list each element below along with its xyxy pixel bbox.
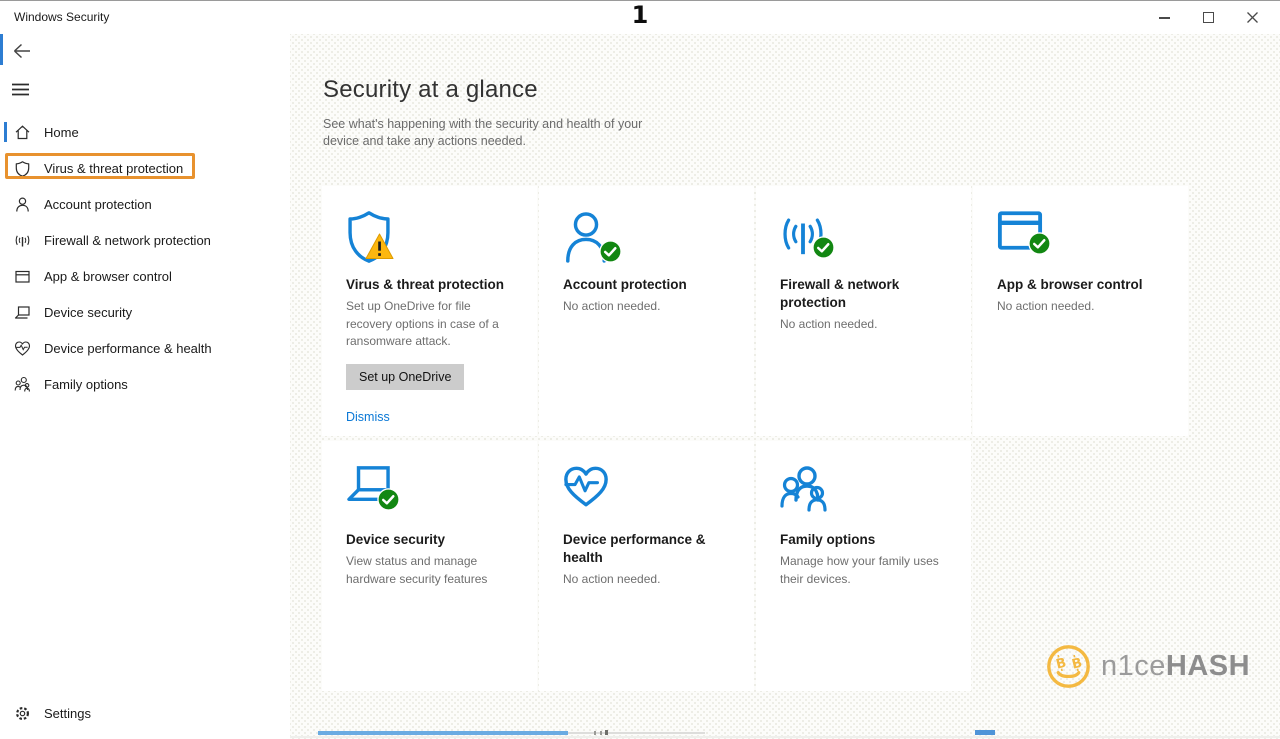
title-bar: Windows Security 1 [0,1,1280,34]
settings-label: Settings [44,706,91,721]
progress-tick [594,731,596,735]
progress-buffer-chip [975,730,995,735]
dismiss-link[interactable]: Dismiss [346,410,390,424]
annotation-number: 1 [632,1,649,29]
heart-icon [14,340,31,357]
check-badge-icon [599,240,622,263]
card-status-text: No action needed. [563,571,730,588]
network-icon [780,210,836,268]
progress-marker [605,730,608,735]
card-title: Device security [346,531,513,549]
sidebar-item-family-options[interactable]: Family options [0,366,290,402]
warning-icon [364,232,395,261]
progress-tick [600,731,602,735]
shield-icon [14,160,31,177]
laptop-icon [14,304,31,321]
card-status-text: View status and manage hardware security… [346,553,513,588]
smiley-bitcoin-icon: B B [1046,644,1091,689]
sidebar-item-label: Virus & threat protection [44,161,183,176]
network-icon [14,232,31,249]
check-badge-icon [812,236,835,259]
window-title: Windows Security [14,10,109,24]
card-account-protection[interactable]: Account protection No action needed. [539,186,754,436]
sidebar-item-label: Account protection [44,197,152,212]
window-controls [1142,1,1274,34]
card-title: Virus & threat protection [346,276,513,294]
sidebar-item-account-protection[interactable]: Account protection [0,186,290,222]
card-title: Firewall & network protection [780,276,947,312]
close-button[interactable] [1230,1,1274,34]
sidebar-item-label: Family options [44,377,128,392]
home-icon [14,124,31,141]
sidebar-item-virus-threat-protection[interactable]: Virus & threat protection [0,150,290,186]
card-status-text: No action needed. [563,298,730,315]
sidebar-item-firewall-network[interactable]: Firewall & network protection [0,222,290,258]
progress-bar-track [568,732,705,734]
page-subtitle: See what's happening with the security a… [323,116,673,150]
family-icon [780,465,836,523]
back-button[interactable] [8,38,36,64]
sidebar-item-label: Device security [44,305,132,320]
card-title: App & browser control [997,276,1164,294]
check-badge-icon [377,488,400,511]
sidebar-item-label: App & browser control [44,269,172,284]
card-status-text: Manage how your family uses their device… [780,553,947,588]
sidebar-item-app-browser-control[interactable]: App & browser control [0,258,290,294]
sidebar: Home Virus & threat protection Account p… [0,34,290,739]
minimize-icon [1159,17,1170,19]
maximize-button[interactable] [1186,1,1230,34]
sidebar-item-home[interactable]: Home [0,114,290,150]
setup-onedrive-button[interactable]: Set up OneDrive [346,364,464,390]
gear-icon [14,705,31,722]
maximize-icon [1203,12,1214,23]
sidebar-item-device-performance[interactable]: Device performance & health [0,330,290,366]
sidebar-item-device-security[interactable]: Device security [0,294,290,330]
selected-indicator [4,122,7,142]
menu-icon [12,83,29,96]
family-icon [14,376,31,393]
card-device-performance[interactable]: Device performance & health No action ne… [539,441,754,691]
page-title: Security at a glance [323,76,538,104]
card-device-security[interactable]: Device security View status and manage h… [322,441,537,691]
sidebar-nav: Home Virus & threat protection Account p… [0,114,290,402]
card-title: Account protection [563,276,730,294]
main-content: Security at a glance See what's happenin… [290,34,1280,739]
card-virus-threat-protection[interactable]: Virus & threat protection Set up OneDriv… [322,186,537,436]
sidebar-item-label: Device performance & health [44,341,212,356]
sidebar-item-label: Home [44,125,79,140]
card-description: Set up OneDrive for file recovery option… [346,298,513,350]
security-card-grid: Virus & threat protection Set up OneDriv… [322,186,1188,691]
card-firewall-network[interactable]: Firewall & network protection No action … [756,186,971,436]
heart-icon [563,465,619,523]
person-icon [14,196,31,213]
card-status-text: No action needed. [997,298,1164,315]
card-status-text: No action needed. [780,316,947,333]
laptop-icon [346,465,402,523]
sidebar-item-label: Firewall & network protection [44,233,211,248]
card-title: Family options [780,531,947,549]
close-icon [1246,11,1259,24]
back-icon [12,42,32,60]
focus-accent-bar [0,34,3,65]
app-window-icon [997,210,1053,268]
nicehash-watermark: B B n1ceHASH [1046,644,1250,689]
app-window-icon [14,268,31,285]
check-badge-icon [1028,232,1051,255]
progress-bar-filled [318,731,568,735]
person-icon [563,210,619,268]
card-family-options[interactable]: Family options Manage how your family us… [756,441,971,691]
shield-icon [346,210,402,268]
nicehash-wordmark: n1ceHASH [1101,650,1250,683]
minimize-button[interactable] [1142,1,1186,34]
sidebar-item-settings[interactable]: Settings [0,695,290,731]
card-app-browser-control[interactable]: App & browser control No action needed. [973,186,1188,436]
card-title: Device performance & health [563,531,730,567]
menu-button[interactable] [8,78,32,100]
